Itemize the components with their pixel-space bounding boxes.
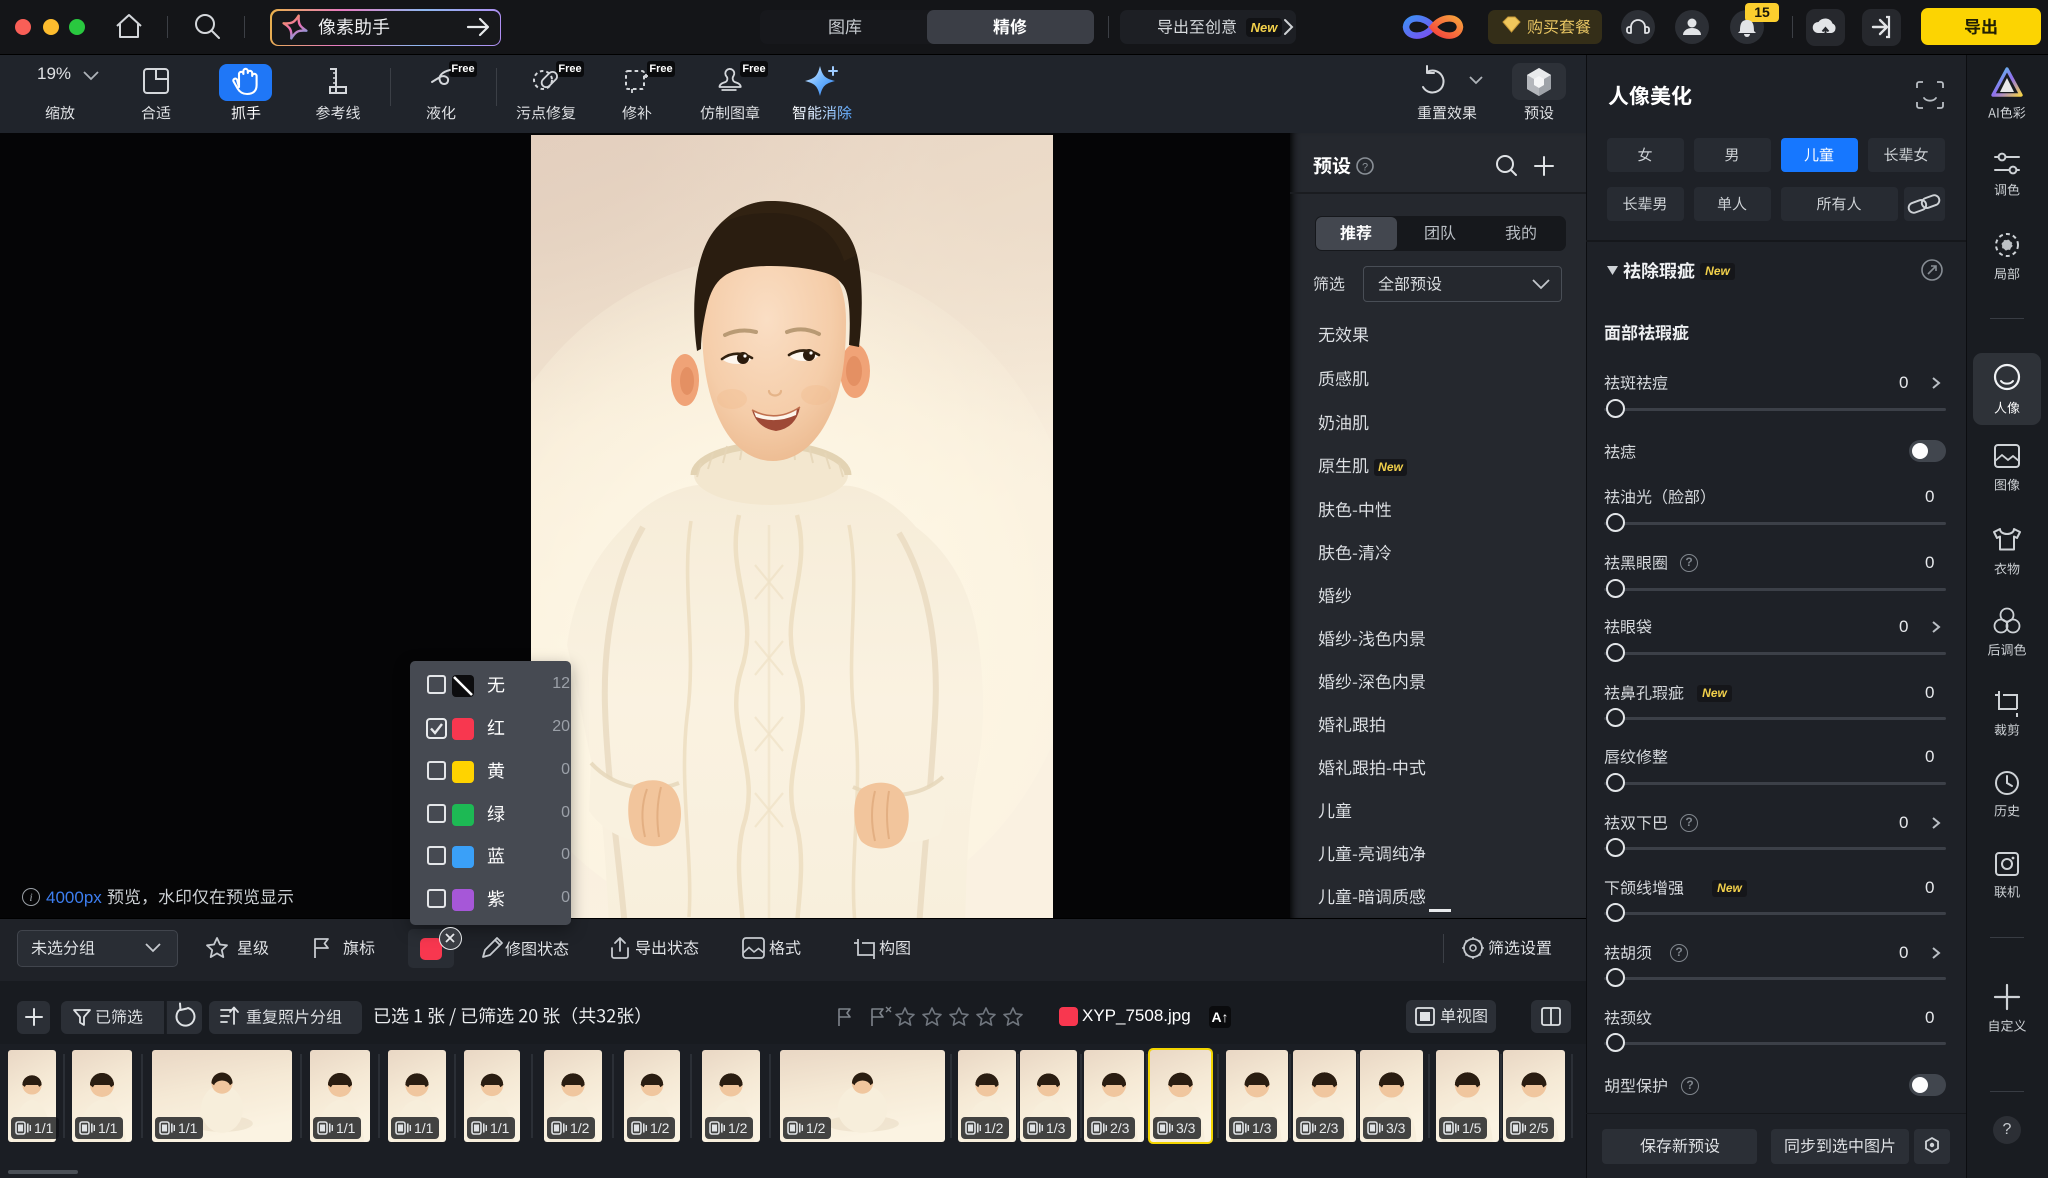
svg-text:?: ?: [1362, 162, 1368, 174]
